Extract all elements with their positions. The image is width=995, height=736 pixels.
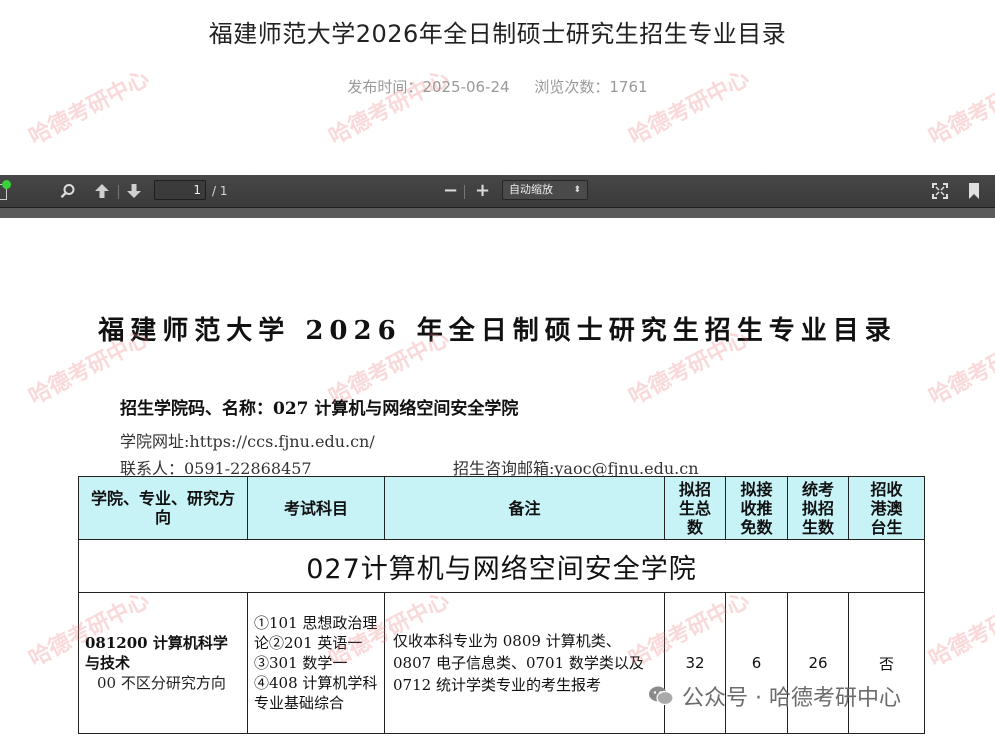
arrow-up-icon[interactable]: [94, 183, 110, 199]
section-title: 027计算机与网络空间安全学院: [78, 539, 925, 593]
page-total: / 1: [212, 184, 228, 198]
wechat-icon: [648, 685, 674, 707]
zoom-in-icon[interactable]: +: [475, 175, 490, 207]
zoom-out-icon[interactable]: −: [443, 175, 458, 207]
college-website: 学院网址:https://ccs.fjnu.edu.cn/: [120, 432, 375, 451]
watermark: 哈德考研中心: [625, 66, 754, 151]
toolbar-separator: [118, 185, 119, 199]
document-title: 福建师范大学 2026 年全日制硕士研究生招生专业目录: [98, 316, 897, 346]
status-indicator: [2, 180, 11, 189]
chevron-down-icon: ⬍: [573, 185, 581, 195]
wechat-account-badge: 公众号 · 哈德考研中心: [648, 678, 901, 714]
major-cell: 081200 计算机科学与技术 00 不区分研究方向: [78, 592, 248, 734]
fullscreen-icon[interactable]: [932, 183, 948, 199]
watermark: 哈德考研中心: [25, 66, 154, 151]
search-icon[interactable]: [60, 183, 76, 199]
column-header: 备注: [384, 476, 665, 540]
toolbar-separator: [464, 185, 465, 199]
publish-date: 发布时间：2025-06-24: [347, 78, 510, 96]
pdf-toolbar: 1 / 1 − + 自动缩放 ⬍: [0, 175, 995, 208]
toolbar-shadow: [0, 208, 995, 218]
column-header: 拟招生总数: [664, 476, 726, 540]
page-number-input[interactable]: 1: [154, 180, 206, 200]
watermark: 哈德考研中心: [325, 66, 454, 151]
column-header: 学院、专业、研究方向: [78, 476, 248, 540]
watermark: 哈德考研中心: [925, 66, 995, 151]
zoom-select[interactable]: 自动缩放 ⬍: [502, 180, 588, 200]
article-title: 福建师范大学2026年全日制硕士研究生招生专业目录: [208, 20, 787, 48]
column-header: 统考拟招生数: [787, 476, 849, 540]
article-meta: 发布时间：2025-06-24 浏览次数：1761: [0, 76, 995, 97]
research-direction: 00 不区分研究方向: [97, 674, 226, 692]
exam-subjects: ①101 思想政治理论②201 英语一③301 数学一④408 计算机学科专业基…: [247, 592, 385, 734]
column-header: 招收港澳台生: [848, 476, 925, 540]
table-header-row: 学院、专业、研究方向 考试科目 备注 拟招生总数 拟接收推免数 统考拟招生数 招…: [78, 476, 925, 540]
remarks: 仅收本科专业为 0809 计算机类、0807 电子信息类、0701 数学类以及 …: [384, 592, 665, 734]
column-header: 拟接收推免数: [725, 476, 788, 540]
section-row: 027计算机与网络空间安全学院: [78, 539, 925, 593]
bookmark-icon[interactable]: [968, 183, 980, 199]
column-header: 考试科目: [247, 476, 385, 540]
arrow-down-icon[interactable]: [126, 183, 142, 199]
major-name: 081200 计算机科学与技术: [85, 634, 228, 672]
wechat-account-label: 公众号 · 哈德考研中心: [682, 686, 901, 711]
view-count: 浏览次数：1761: [534, 78, 648, 96]
college-code-name: 招生学院码、名称：027 计算机与网络空间安全学院: [120, 399, 519, 419]
zoom-value: 自动缩放: [509, 183, 553, 196]
